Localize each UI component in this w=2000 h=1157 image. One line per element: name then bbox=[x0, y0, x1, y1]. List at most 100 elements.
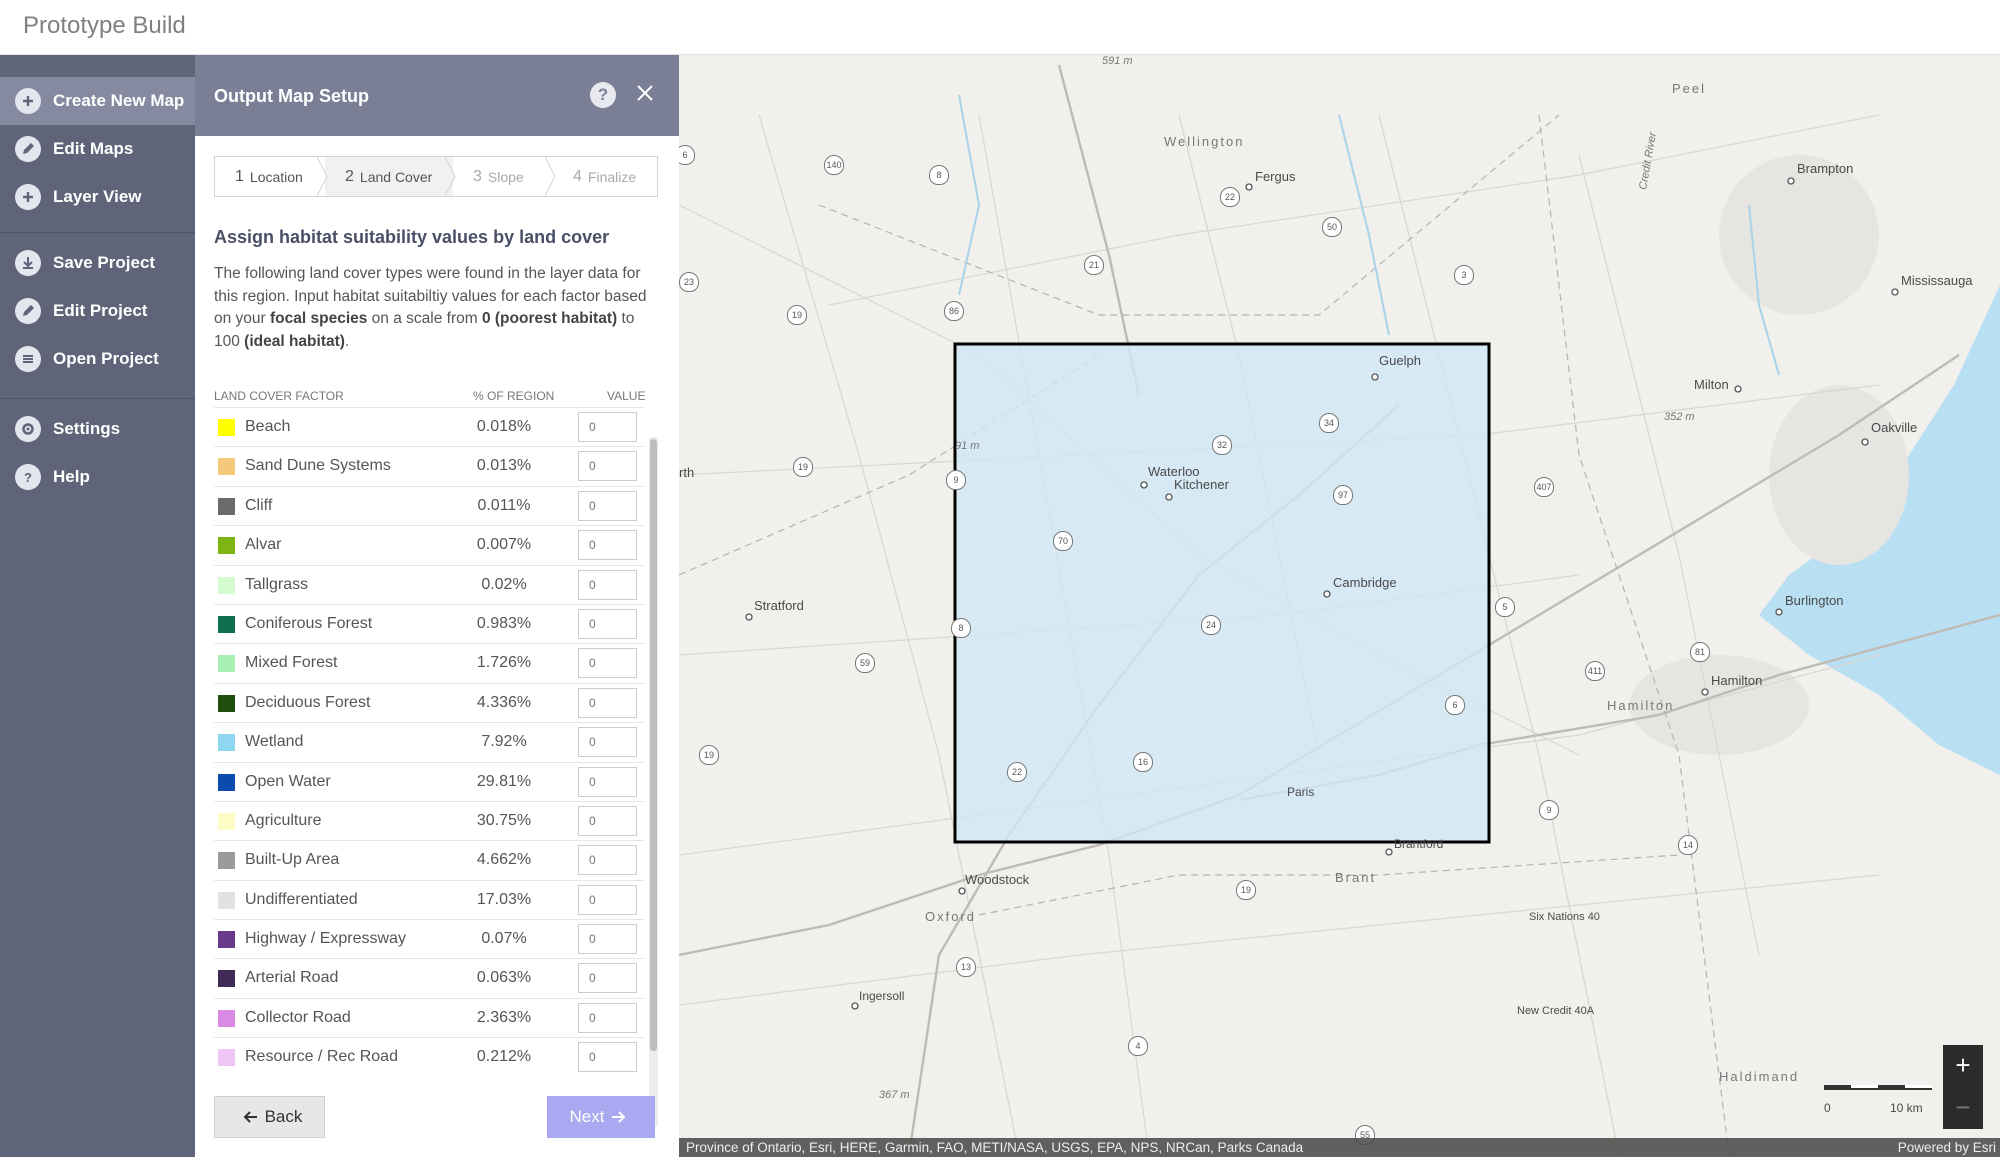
elevation-label: 591 m bbox=[1102, 55, 1133, 67]
color-swatch bbox=[218, 694, 235, 712]
step-finalize[interactable]: 4 Finalize bbox=[553, 157, 657, 196]
step-location[interactable]: 1 Location bbox=[215, 157, 328, 196]
land-cover-label: Resource / Rec Road bbox=[245, 1048, 398, 1066]
zoom-in-button[interactable]: + bbox=[1943, 1045, 1983, 1085]
color-swatch bbox=[218, 655, 235, 673]
land-cover-label: Mixed Forest bbox=[245, 654, 338, 672]
close-icon[interactable] bbox=[632, 80, 658, 106]
selection-area[interactable] bbox=[953, 342, 1491, 844]
suitability-value-input[interactable] bbox=[578, 530, 637, 561]
suitability-value-input[interactable] bbox=[578, 1002, 637, 1033]
land-cover-label: Deciduous Forest bbox=[245, 693, 371, 711]
step-slope[interactable]: 3 Slope bbox=[453, 157, 556, 196]
highway-shield-icon: 13 bbox=[956, 957, 976, 977]
highway-shield-icon: 407 bbox=[1534, 477, 1554, 497]
highway-shield-icon: 9 bbox=[946, 470, 966, 490]
percent-of-region: 0.07% bbox=[481, 930, 527, 948]
output-map-setup-panel: Output Map Setup ? 1 Location 2 Land Cov… bbox=[195, 55, 679, 1157]
highway-shield-icon: 59 bbox=[855, 653, 875, 673]
section-heading: Assign habitat suitability values by lan… bbox=[214, 227, 610, 247]
powered-by[interactable]: Powered by Esri bbox=[1898, 1138, 1996, 1157]
suitability-value-input[interactable] bbox=[578, 451, 637, 482]
land-cover-table: Beach 0.018% Sand Dune Systems 0.013% Cliff 0… bbox=[214, 407, 644, 1127]
suitability-value-input[interactable] bbox=[578, 490, 637, 521]
suitability-value-input[interactable] bbox=[578, 845, 637, 876]
highway-shield-icon: 70 bbox=[1053, 531, 1073, 551]
sidebar-item-layer-view[interactable]: Layer View bbox=[0, 173, 195, 221]
map-label: Peel bbox=[1672, 81, 1707, 96]
suitability-value-input[interactable] bbox=[578, 924, 637, 955]
suitability-value-input[interactable] bbox=[578, 412, 637, 442]
map-label: Burlington bbox=[1785, 593, 1844, 608]
suitability-value-input[interactable] bbox=[578, 648, 637, 679]
sidebar-item-open-project[interactable]: Open Project bbox=[0, 335, 195, 383]
plus-circle-icon bbox=[15, 88, 41, 114]
land-cover-label: Cliff bbox=[245, 496, 273, 514]
percent-of-region: 0.011% bbox=[477, 496, 531, 514]
sidebar-item-settings[interactable]: Settings bbox=[0, 405, 195, 453]
highway-shield-icon: 8 bbox=[929, 165, 949, 185]
table-row: Resource / Rec Road 0.212% bbox=[214, 1037, 644, 1076]
table-row: Highway / Expressway 0.07% bbox=[214, 919, 644, 958]
highway-shield-icon: 23 bbox=[679, 272, 699, 292]
highway-shield-icon: 22 bbox=[1007, 762, 1027, 782]
sidebar-item-help[interactable]: ? Help bbox=[0, 453, 195, 501]
scale-label: 10 km bbox=[1890, 1101, 1923, 1115]
sidebar-item-create-new-map[interactable]: Create New Map bbox=[0, 77, 195, 125]
highway-shield-icon: 5 bbox=[1495, 597, 1515, 617]
highway-shield-icon: 34 bbox=[1319, 413, 1339, 433]
land-cover-label: Agriculture bbox=[245, 811, 322, 829]
suitability-value-input[interactable] bbox=[578, 569, 637, 600]
suitability-value-input[interactable] bbox=[578, 687, 637, 718]
highway-shield-icon: 97 bbox=[1333, 485, 1353, 505]
map-label: rth bbox=[679, 465, 695, 480]
table-row: Mixed Forest 1.726% bbox=[214, 643, 644, 682]
map-label: Oakville bbox=[1871, 420, 1918, 435]
elevation-label: 352 m bbox=[1664, 411, 1695, 423]
sidebar-item-edit-maps[interactable]: Edit Maps bbox=[0, 125, 195, 173]
map-label: Fergus bbox=[1255, 169, 1296, 184]
highway-shield-icon: 32 bbox=[1212, 435, 1232, 455]
map-label: Woodstock bbox=[965, 872, 1030, 887]
table-row: Arterial Road 0.063% bbox=[214, 958, 644, 997]
zoom-controls: + − bbox=[1943, 1045, 1983, 1129]
percent-of-region: 0.063% bbox=[476, 969, 532, 987]
suitability-value-input[interactable] bbox=[578, 884, 637, 915]
color-swatch bbox=[218, 419, 235, 436]
zoom-out-button[interactable]: − bbox=[1943, 1087, 1983, 1127]
suitability-value-input[interactable] bbox=[578, 766, 637, 797]
sidebar-item-save-project[interactable]: Save Project bbox=[0, 239, 195, 287]
map-label: Brant bbox=[1335, 870, 1377, 885]
sidebar-item-label: Help bbox=[53, 467, 90, 486]
map-label: Brantford bbox=[1394, 837, 1444, 851]
next-button[interactable]: Next bbox=[547, 1096, 655, 1138]
color-swatch bbox=[218, 773, 235, 791]
back-button[interactable]: Back bbox=[214, 1096, 325, 1138]
suitability-value-input[interactable] bbox=[578, 1042, 637, 1073]
map-view[interactable]: 140 8 22 50 3 21 86 23 19 19 34 32 407 9 97 70 5 59 8 24 411… bbox=[679, 55, 2000, 1157]
sidebar-item-label: Edit Maps bbox=[53, 139, 134, 158]
plus-circle-icon bbox=[15, 184, 41, 210]
suitability-value-input[interactable] bbox=[578, 963, 637, 994]
panel-title: Output Map Setup bbox=[214, 86, 369, 106]
percent-of-region: 0.02% bbox=[481, 575, 527, 593]
column-header-value: VALUE bbox=[607, 389, 646, 403]
suitability-value-input[interactable] bbox=[578, 608, 637, 639]
elevation-label: 367 m bbox=[879, 1089, 910, 1101]
suitability-value-input[interactable] bbox=[578, 727, 637, 758]
map-label: New Credit 40A bbox=[1517, 1005, 1595, 1017]
suitability-value-input[interactable] bbox=[578, 805, 637, 836]
color-swatch bbox=[218, 1049, 235, 1067]
table-row: Sand Dune Systems 0.013% bbox=[214, 446, 644, 485]
help-icon[interactable]: ? bbox=[590, 82, 616, 108]
land-cover-label: Coniferous Forest bbox=[245, 614, 373, 632]
sidebar-divider bbox=[0, 398, 195, 399]
map-label: Haldimand bbox=[1719, 1069, 1800, 1084]
table-row: Built-Up Area 4.662% bbox=[214, 840, 644, 879]
map-label: Hamilton bbox=[1711, 673, 1763, 688]
sidebar-item-edit-project[interactable]: Edit Project bbox=[0, 287, 195, 335]
scrollbar-thumb[interactable] bbox=[650, 439, 657, 1051]
map-label: Brampton bbox=[1797, 161, 1854, 176]
step-land-cover[interactable]: 2 Land Cover bbox=[325, 157, 456, 196]
highway-shield-icon: 4 bbox=[1128, 1036, 1148, 1056]
